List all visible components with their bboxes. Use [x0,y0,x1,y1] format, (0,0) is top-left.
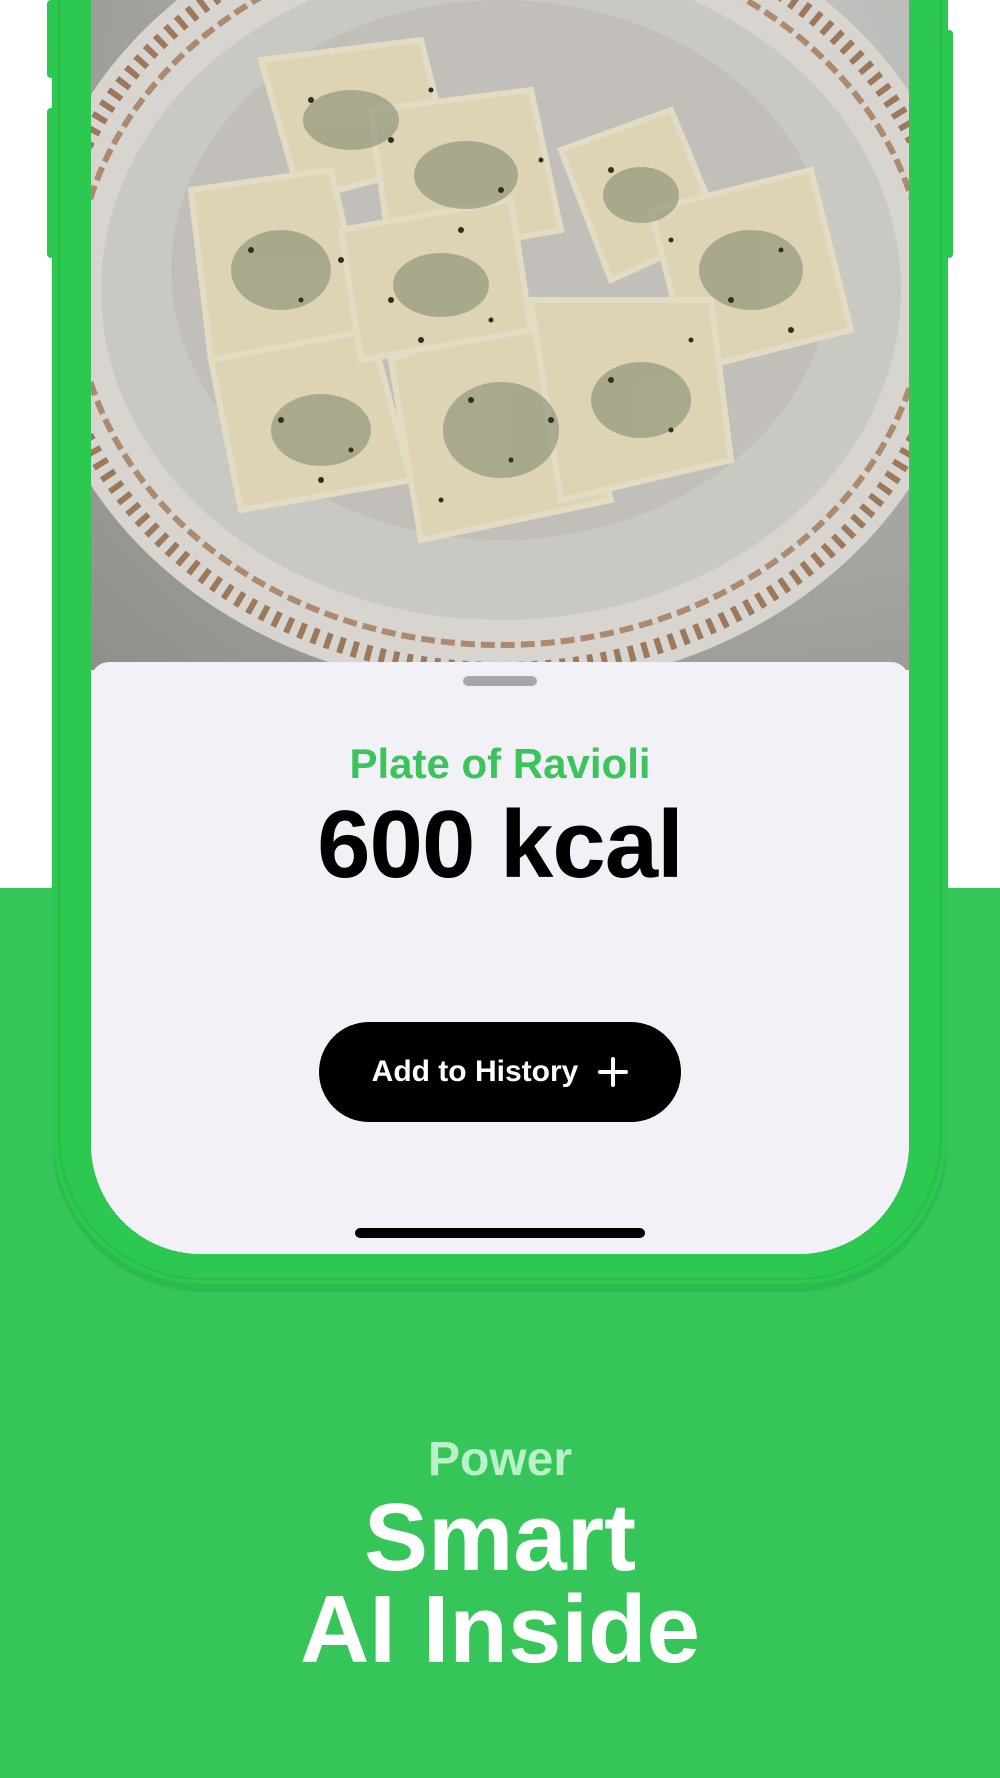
home-indicator[interactable] [355,1228,645,1238]
sheet-grabber-handle[interactable] [463,676,537,686]
result-sheet: Plate of Ravioli 600 kcal Add to History [91,662,909,1254]
promo-eyebrow: Power [427,1433,573,1486]
promo-headline-line-2: AI Inside [299,1576,701,1683]
food-photo [91,0,909,670]
plus-icon [598,1057,629,1087]
calorie-value: 600 kcal [317,791,684,898]
phone-screen: Plate of Ravioli 600 kcal Add to History [91,0,909,1254]
add-to-history-button[interactable]: Add to History [319,1022,681,1122]
add-to-history-label: Add to History [371,1055,579,1088]
app-store-screenshot: Plate of Ravioli 600 kcal Add to History… [0,0,1000,1778]
promo-headline-line-1: Smart [363,1484,637,1591]
promo-headline: Smart AI Inside [0,1484,1000,1683]
food-name-label: Plate of Ravioli [349,740,651,787]
ravioli-plate-illustration [91,0,909,670]
